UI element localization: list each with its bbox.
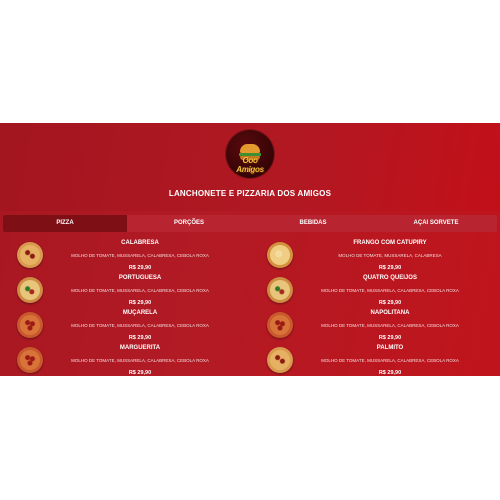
item-name: MARGUERITA	[119, 345, 161, 351]
menu-item-palmito[interactable]: PALMITO MOLHO DE TOMATE, MUSSARELA, CALA…	[250, 344, 500, 376]
pizza-mucarela-icon	[17, 312, 43, 338]
item-description: MOLHO DE TOMATE, MUSSARELA, CALABRESA, C…	[71, 323, 209, 328]
item-price: R$ 29,90	[378, 370, 402, 376]
pizza-palmito-icon	[267, 347, 293, 373]
item-price: R$ 29,90	[128, 335, 152, 341]
logo-text: Ooo Amigos	[236, 156, 264, 174]
item-price: R$ 29,90	[378, 265, 402, 271]
menu-item-marguerita[interactable]: MARGUERITA MOLHO DE TOMATE, MUSSARELA, C…	[0, 344, 250, 376]
menu-item-mucarela[interactable]: MUÇARELA MOLHO DE TOMATE, MUSSARELA, CAL…	[0, 309, 250, 344]
item-description: MOLHO DE TOMATE, MUSSARELA, CALABRESA, C…	[71, 358, 209, 363]
menu-item-portuguesa[interactable]: PORTUGUESA MOLHO DE TOMATE, MUSSARELA, C…	[0, 274, 250, 309]
menu-item-calabresa[interactable]: CALABRESA MOLHO DE TOMATE, MUSSARELA, CA…	[0, 239, 250, 274]
item-name: MUÇARELA	[122, 310, 158, 316]
app-container: Ooo Amigos LANCHONETE E PIZZARIA DOS AMI…	[0, 123, 500, 376]
item-name: NAPOLITANA	[370, 310, 410, 316]
category-tabs: PIZZA PORÇÕES BEBIDAS AÇAI SORVETE	[3, 215, 497, 232]
item-description: MOLHO DE TOMATE, MUSSARELA, CALABRESA, C…	[71, 253, 209, 258]
pizza-napolitana-icon	[267, 312, 293, 338]
item-name: PORTUGUESA	[118, 275, 162, 281]
item-price: R$ 29,90	[128, 300, 152, 306]
menu-item-quatro-queijos[interactable]: QUATRO QUEIJOS MOLHO DE TOMATE, MUSSAREL…	[250, 274, 500, 309]
menu-list: CALABRESA MOLHO DE TOMATE, MUSSARELA, CA…	[0, 235, 500, 376]
item-description: MOLHO DE TOMATE, MUSSARELA, CALABRESA	[338, 253, 442, 258]
page-title: LANCHONETE E PIZZARIA DOS AMIGOS	[168, 189, 332, 198]
item-description: MOLHO DE TOMATE, MUSSARELA, CALABRESA, C…	[321, 323, 459, 328]
pizza-marguerita-icon	[17, 347, 43, 373]
item-description: MOLHO DE TOMATE, MUSSARELA, CALABRESA, C…	[321, 288, 459, 293]
tab-porcoes[interactable]: PORÇÕES	[127, 215, 251, 232]
pizza-quatro-queijos-icon	[267, 277, 293, 303]
item-price: R$ 29,90	[378, 300, 402, 306]
menu-item-napolitana[interactable]: NAPOLITANA MOLHO DE TOMATE, MUSSARELA, C…	[250, 309, 500, 344]
item-description: MOLHO DE TOMATE, MUSSARELA, CALABRESA, C…	[71, 288, 209, 293]
item-price: R$ 29,90	[128, 265, 152, 271]
item-name: PALMITO	[376, 345, 404, 351]
pizza-calabresa-icon	[17, 242, 43, 268]
item-name: FRANGO COM CATUPIRY	[353, 240, 427, 246]
menu-item-frango-com-catupiry[interactable]: FRANGO COM CATUPIRY MOLHO DE TOMATE, MUS…	[250, 239, 500, 274]
pizza-frango-icon	[267, 242, 293, 268]
item-name: CALABRESA	[121, 240, 159, 246]
pizza-portuguesa-icon	[17, 277, 43, 303]
logo[interactable]: Ooo Amigos	[226, 130, 274, 178]
header: Ooo Amigos LANCHONETE E PIZZARIA DOS AMI…	[0, 123, 500, 211]
tab-pizza[interactable]: PIZZA	[3, 215, 127, 232]
item-description: MOLHO DE TOMATE, MUSSARELA, CALABRESA, C…	[321, 358, 459, 363]
item-price: R$ 29,90	[128, 370, 152, 376]
tab-bebidas[interactable]: BEBIDAS	[251, 215, 375, 232]
tab-acai-sorvete[interactable]: AÇAI SORVETE	[375, 215, 497, 232]
item-price: R$ 29,90	[378, 335, 402, 341]
item-name: QUATRO QUEIJOS	[363, 275, 417, 281]
burger-icon	[240, 144, 260, 153]
